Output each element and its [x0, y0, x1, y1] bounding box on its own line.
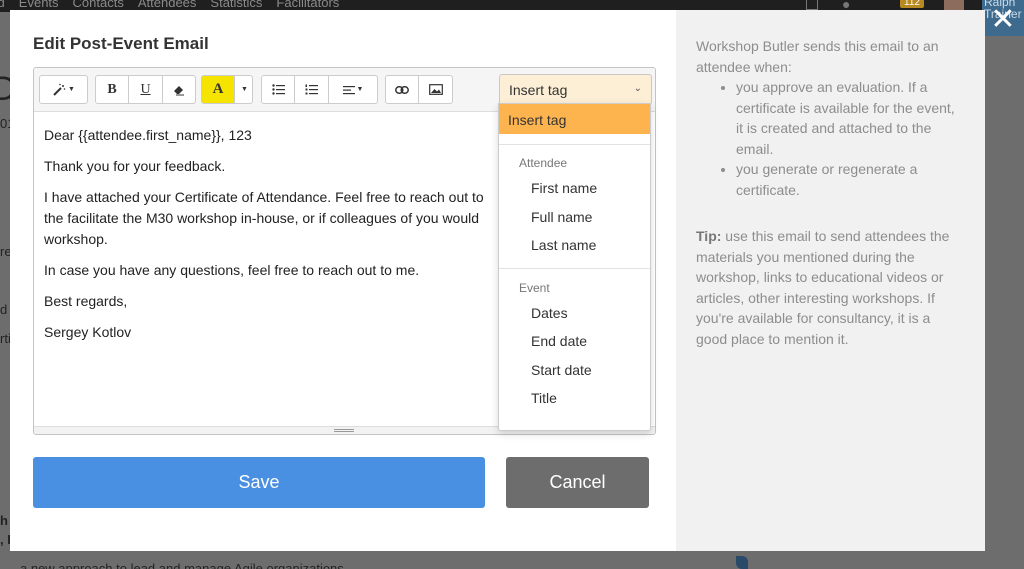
ordered-list-button[interactable] [295, 75, 329, 104]
tip-text: use this email to send attendees the mat… [696, 228, 950, 347]
numbered-list-icon [305, 84, 318, 95]
dropdown-option-full-name[interactable]: Full name [499, 203, 650, 232]
leaf-icon [736, 556, 748, 569]
divider [499, 144, 650, 145]
bold-button[interactable]: B [95, 75, 129, 104]
underline-button[interactable]: U [129, 75, 163, 104]
bg-text-fragment: d [0, 302, 8, 317]
help-list: you approve an evaluation. If a certific… [736, 77, 965, 200]
help-tip: Tip: use this email to send attendees th… [696, 226, 965, 349]
magic-wand-icon [53, 83, 66, 96]
nav-item-contacts: Contacts [72, 0, 124, 10]
help-bullet: you generate or regenerate a certificate… [736, 159, 965, 200]
eraser-icon [174, 85, 184, 95]
help-intro: Workshop Butler sends this email to an a… [696, 38, 939, 75]
align-button[interactable]: ▼ [329, 75, 378, 104]
chevron-down-icon: ⌄ [633, 83, 642, 94]
dropdown-option-insert-tag[interactable]: Insert tag [499, 104, 650, 134]
image-button[interactable] [419, 75, 453, 104]
unordered-list-button[interactable] [261, 75, 295, 104]
nav-item-dashboard: ard [0, 0, 5, 10]
tip-label: Tip: [696, 228, 722, 244]
modal-main-panel: Edit Post-Event Email ▼ B U A ▼ ▼ Insert… [10, 10, 676, 551]
help-bullet: you approve an evaluation. If a certific… [736, 77, 965, 159]
align-left-icon [342, 85, 355, 94]
dropdown-option-first-name[interactable]: First name [499, 174, 650, 203]
image-icon [428, 84, 443, 95]
chevron-down-icon: ▼ [241, 86, 248, 93]
dropdown-option-start-date[interactable]: Start date [499, 356, 650, 385]
highlight-color-button[interactable]: A [201, 75, 235, 104]
bg-text-fragment: h [0, 513, 8, 528]
dropdown-group-attendee: Attendee [519, 156, 568, 170]
divider [499, 267, 650, 269]
chevron-down-icon: ▼ [356, 86, 364, 93]
link-icon [395, 85, 409, 94]
clear-format-button[interactable] [163, 75, 196, 104]
magic-style-button[interactable]: ▼ [39, 75, 88, 104]
help-panel: Workshop Butler sends this email to an a… [676, 10, 985, 551]
modal-title: Edit Post-Event Email [33, 34, 209, 53]
chevron-down-icon: ▼ [68, 86, 75, 93]
style-group: ▼ [39, 75, 88, 104]
resize-handle-icon [334, 429, 354, 432]
list-group: ▼ [261, 75, 378, 104]
dropdown-option-dates[interactable]: Dates [499, 299, 650, 328]
color-dropdown-button[interactable]: ▼ [235, 75, 253, 104]
insert-tag-dropdown: Insert tag Attendee First name Full name… [498, 103, 651, 431]
insert-tag-label: Insert tag [509, 82, 568, 98]
bg-description: a new approach to lead and manage Agile … [20, 561, 344, 569]
nav-item-facilitators: Facilitators [276, 0, 340, 10]
notification-badge: 112 [900, 0, 924, 8]
dropdown-group-event: Event [519, 280, 550, 295]
cancel-button[interactable]: Cancel [506, 457, 649, 508]
color-group: A ▼ [201, 75, 253, 104]
edit-email-modal: Edit Post-Event Email ▼ B U A ▼ ▼ Insert… [10, 10, 985, 551]
dropdown-option-title[interactable]: Title [499, 384, 650, 413]
format-group: B U [95, 75, 196, 104]
nav-item-statistics: Statistics [210, 0, 263, 10]
insert-group [385, 75, 453, 104]
dropdown-option-last-name[interactable]: Last name [499, 231, 650, 260]
save-button[interactable]: Save [33, 457, 485, 508]
close-icon[interactable]: ✕ [990, 5, 1016, 35]
nav-item-events: Events [18, 0, 59, 10]
insert-tag-select[interactable]: Insert tag ⌄ [499, 74, 652, 105]
nav-item-attendees: Attendees [137, 0, 197, 10]
bullet-list-icon [271, 84, 285, 95]
dropdown-option-end-date[interactable]: End date [499, 327, 650, 356]
link-button[interactable] [385, 75, 419, 104]
add-icon [806, 0, 818, 10]
